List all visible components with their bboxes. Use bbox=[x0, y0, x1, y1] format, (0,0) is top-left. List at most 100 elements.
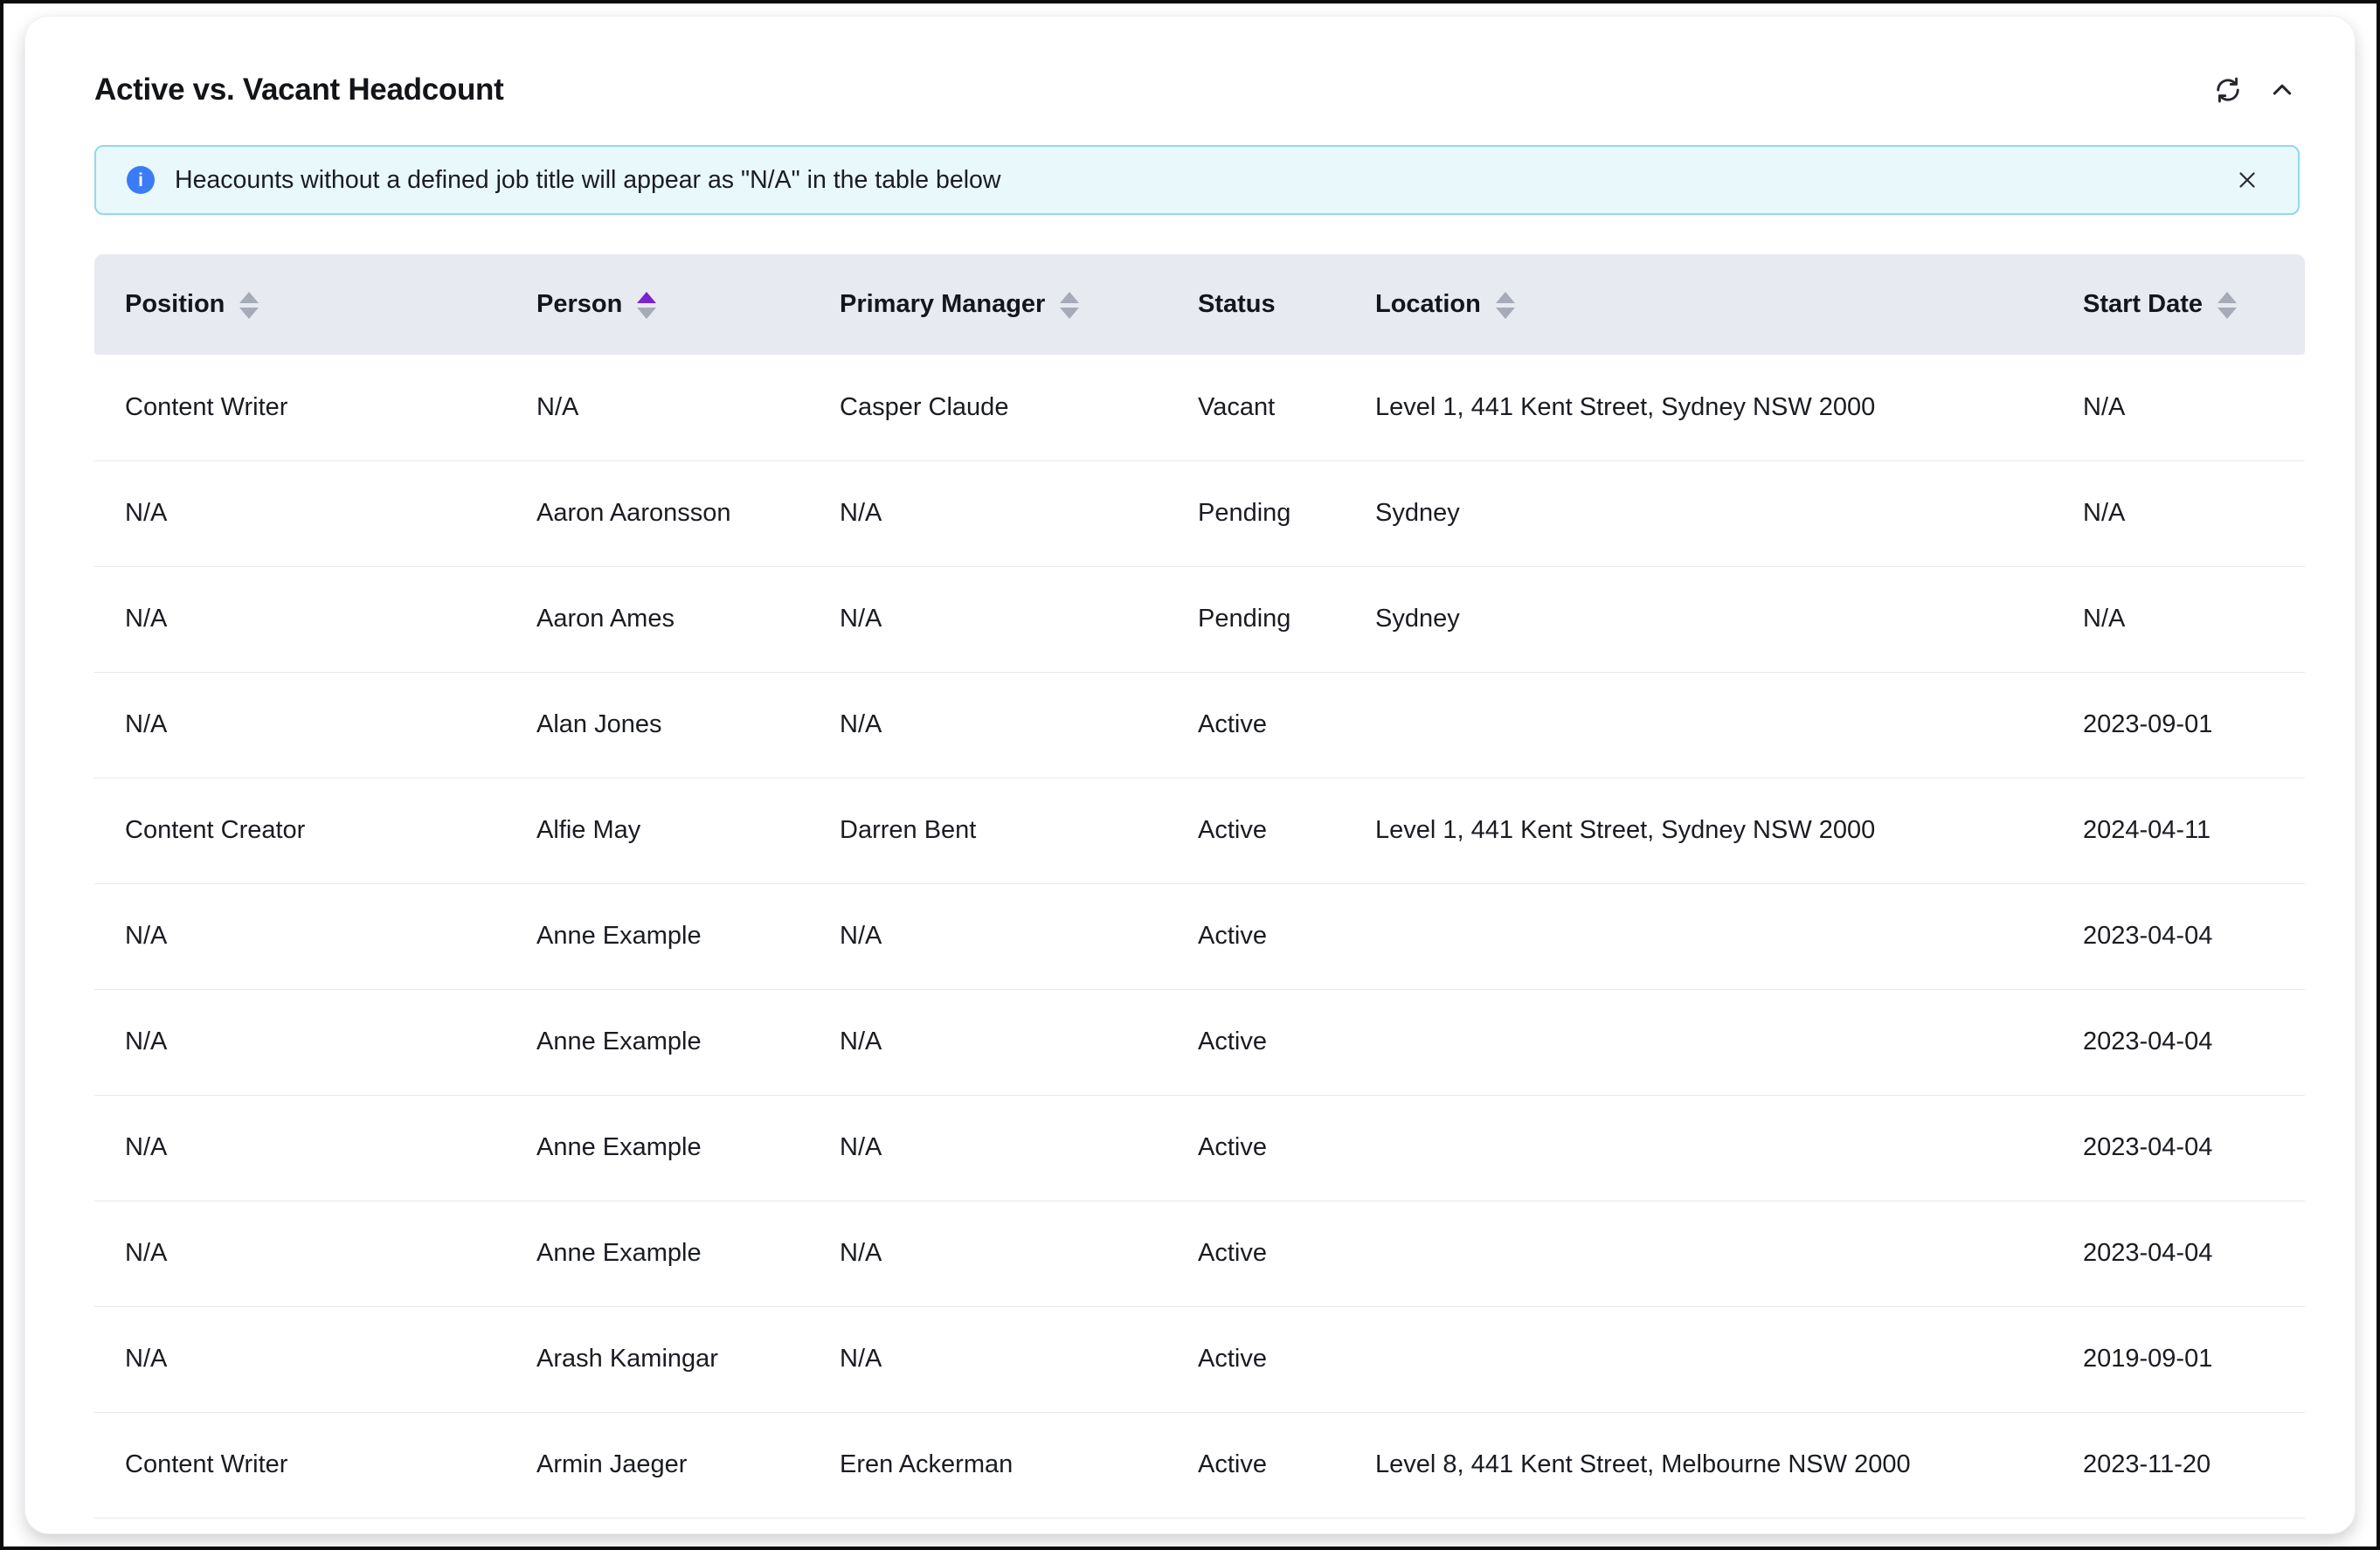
cell-status: Active bbox=[1167, 1412, 1345, 1518]
column-label-status: Status bbox=[1198, 290, 1276, 319]
cell-status: Pending bbox=[1167, 460, 1345, 566]
cell-status: Active bbox=[1167, 1306, 1345, 1412]
headcount-table-container: PositionPerson Primary Manager Status Locat… bbox=[94, 254, 2300, 1519]
cell-person: N/A bbox=[506, 355, 809, 460]
table-row: Content WriterN/ACasper ClaudeVacantLeve… bbox=[94, 355, 2305, 460]
cell-person: Arash Kamingar bbox=[506, 1306, 809, 1412]
sort-arrow-up-icon bbox=[637, 292, 656, 303]
sort-arrow-up-icon bbox=[1496, 292, 1515, 303]
cell-primary-manager: N/A bbox=[809, 1201, 1167, 1306]
cell-position: N/A bbox=[94, 989, 506, 1095]
refresh-icon[interactable] bbox=[2210, 73, 2245, 107]
cell-status: Active bbox=[1167, 1201, 1345, 1306]
sort-arrow-up-icon bbox=[239, 292, 259, 303]
cell-person: Armin Jaeger bbox=[506, 1412, 809, 1518]
cell-person: Aaron Aaronsson bbox=[506, 460, 809, 566]
cell-primary-manager: Eren Ackerman bbox=[809, 1412, 1167, 1518]
cell-person: Anne Example bbox=[506, 1095, 809, 1201]
cell-location bbox=[1345, 883, 2052, 989]
sort-arrow-up-icon bbox=[2217, 292, 2237, 303]
cell-primary-manager: N/A bbox=[809, 989, 1167, 1095]
cell-status: Active bbox=[1167, 1095, 1345, 1201]
cell-person: Anne Example bbox=[506, 883, 809, 989]
cell-location: Level 1, 441 Kent Street, Sydney NSW 200… bbox=[1345, 778, 2052, 883]
cell-primary-manager: Darren Bent bbox=[809, 778, 1167, 883]
info-icon: i bbox=[127, 166, 155, 194]
cell-start-date: N/A bbox=[2052, 460, 2305, 566]
cell-primary-manager: N/A bbox=[809, 1095, 1167, 1201]
cell-location bbox=[1345, 1201, 2052, 1306]
cell-position: Content Writer bbox=[94, 1412, 506, 1518]
cell-position: N/A bbox=[94, 460, 506, 566]
cell-location bbox=[1345, 672, 2052, 778]
cell-start-date: 2023-11-20 bbox=[2052, 1412, 2305, 1518]
table-row: N/AAlan JonesN/AActive2023-09-01 bbox=[94, 672, 2305, 778]
cell-status: Active bbox=[1167, 989, 1345, 1095]
cell-start-date: 2023-04-04 bbox=[2052, 1095, 2305, 1201]
table-body: Content WriterN/ACasper ClaudeVacantLeve… bbox=[94, 355, 2305, 1518]
sort-arrow-down-icon bbox=[1496, 308, 1515, 319]
cell-start-date: 2023-04-04 bbox=[2052, 883, 2305, 989]
table-row: Content WriterArmin JaegerEren AckermanA… bbox=[94, 1412, 2305, 1518]
cell-status: Active bbox=[1167, 672, 1345, 778]
table-row: Content CreatorAlfie MayDarren BentActiv… bbox=[94, 778, 2305, 883]
banner-text: Heacounts without a defined job title wi… bbox=[175, 166, 2231, 195]
sort-arrow-up-icon bbox=[1060, 292, 1079, 303]
cell-location: Sydney bbox=[1345, 460, 2052, 566]
cell-position: N/A bbox=[94, 883, 506, 989]
cell-position: N/A bbox=[94, 1095, 506, 1201]
column-header-location[interactable]: Location bbox=[1345, 254, 2052, 355]
sort-arrow-down-icon bbox=[2217, 308, 2237, 319]
table-row: N/AAnne ExampleN/AActive2023-04-04 bbox=[94, 1095, 2305, 1201]
banner-close-icon[interactable] bbox=[2231, 164, 2263, 196]
cell-location: Sydney bbox=[1345, 566, 2052, 672]
sort-icon bbox=[637, 292, 656, 319]
cell-primary-manager: N/A bbox=[809, 883, 1167, 989]
column-header-start-date[interactable]: Start Date bbox=[2052, 254, 2305, 355]
cell-person: Alan Jones bbox=[506, 672, 809, 778]
cell-start-date: 2019-09-01 bbox=[2052, 1306, 2305, 1412]
sort-arrow-down-icon bbox=[1060, 308, 1079, 319]
column-label-location: Location bbox=[1375, 290, 1481, 319]
cell-start-date: 2023-04-04 bbox=[2052, 1201, 2305, 1306]
table-header-row: PositionPerson Primary Manager Status Locat… bbox=[94, 254, 2305, 355]
panel-header: Active vs. Vacant Headcount bbox=[94, 67, 2300, 113]
cell-start-date: N/A bbox=[2052, 566, 2305, 672]
sort-icon bbox=[2217, 292, 2237, 319]
sort-arrow-down-icon bbox=[239, 308, 259, 319]
cell-person: Anne Example bbox=[506, 989, 809, 1095]
sort-icon bbox=[1060, 292, 1079, 319]
cell-primary-manager: N/A bbox=[809, 460, 1167, 566]
table-row: N/AAnne ExampleN/AActive2023-04-04 bbox=[94, 1201, 2305, 1306]
column-label-start-date: Start Date bbox=[2083, 290, 2203, 319]
cell-location bbox=[1345, 1306, 2052, 1412]
cell-person: Alfie May bbox=[506, 778, 809, 883]
sort-arrow-down-icon bbox=[637, 308, 656, 319]
table-row: N/AAnne ExampleN/AActive2023-04-04 bbox=[94, 883, 2305, 989]
cell-status: Vacant bbox=[1167, 355, 1345, 460]
cell-start-date: 2023-09-01 bbox=[2052, 672, 2305, 778]
column-header-position[interactable]: Position bbox=[94, 254, 506, 355]
cell-location bbox=[1345, 989, 2052, 1095]
column-label-primary-manager: Primary Manager bbox=[840, 290, 1045, 319]
cell-status: Pending bbox=[1167, 566, 1345, 672]
column-header-primary-manager[interactable]: Primary Manager bbox=[809, 254, 1167, 355]
cell-position: Content Writer bbox=[94, 355, 506, 460]
cell-person: Aaron Ames bbox=[506, 566, 809, 672]
panel-actions bbox=[2210, 73, 2300, 107]
cell-start-date: 2023-04-04 bbox=[2052, 989, 2305, 1095]
cell-primary-manager: N/A bbox=[809, 1306, 1167, 1412]
table-row: N/AAaron AmesN/APendingSydneyN/A bbox=[94, 566, 2305, 672]
cell-position: N/A bbox=[94, 566, 506, 672]
column-header-person[interactable]: Person bbox=[506, 254, 809, 355]
table-row: N/AAaron AaronssonN/APendingSydneyN/A bbox=[94, 460, 2305, 566]
cell-primary-manager: N/A bbox=[809, 566, 1167, 672]
cell-position: N/A bbox=[94, 672, 506, 778]
cell-position: N/A bbox=[94, 1306, 506, 1412]
cell-location: Level 1, 441 Kent Street, Sydney NSW 200… bbox=[1345, 355, 2052, 460]
collapse-chevron-up-icon[interactable] bbox=[2265, 73, 2300, 107]
sort-icon bbox=[239, 292, 259, 319]
cell-status: Active bbox=[1167, 883, 1345, 989]
table-header: PositionPerson Primary Manager Status Locat… bbox=[94, 254, 2305, 355]
cell-start-date: N/A bbox=[2052, 355, 2305, 460]
